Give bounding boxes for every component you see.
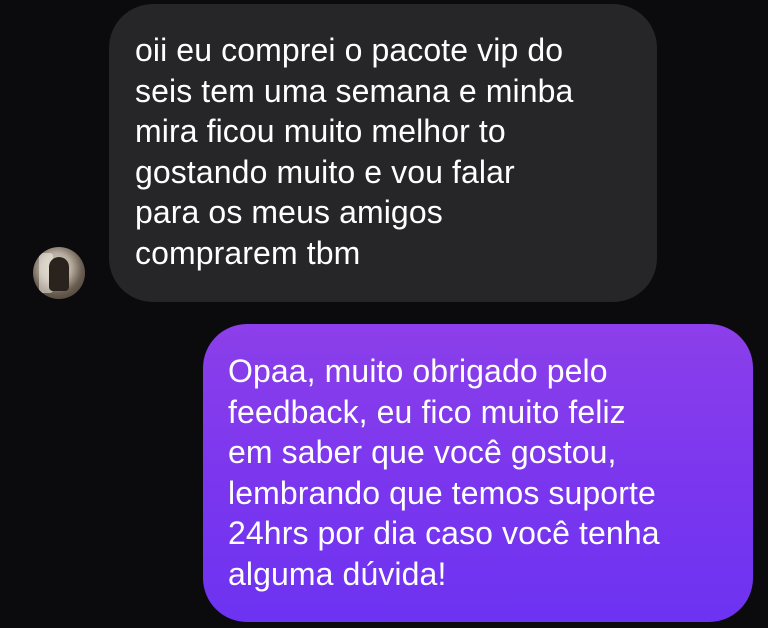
avatar-photo-person [49,257,69,291]
message-text-line: mira ficou muito melhor to [135,113,506,149]
message-text-line: Opaa, muito obrigado pelo [228,353,608,389]
message-text-line: lembrando que temos suporte [228,474,656,511]
message-text-line: 24hrs por dia caso você tenha [228,515,660,551]
message-text-line: gostando muito e vou falar [135,153,515,190]
message-text-line: em saber que você gostou, [228,434,617,470]
message-text-line: oii eu comprei o pacote vip do [135,32,564,68]
message-text-line: alguma dúvida! [228,555,447,592]
message-text-line: feedback, eu fico muito feliz [228,393,626,430]
message-text-line: seis tem uma semana e minba [135,72,574,109]
message-thread: oii eu comprei o pacote vip do seis tem … [0,0,768,628]
sent-message-bubble[interactable]: Opaa, muito obrigado pelo feedback, eu f… [203,324,753,622]
message-text-line: comprarem tbm [135,234,361,271]
message-text-line: para os meus amigos [135,194,443,230]
contact-avatar[interactable] [33,247,85,299]
received-message-bubble[interactable]: oii eu comprei o pacote vip do seis tem … [109,4,657,302]
